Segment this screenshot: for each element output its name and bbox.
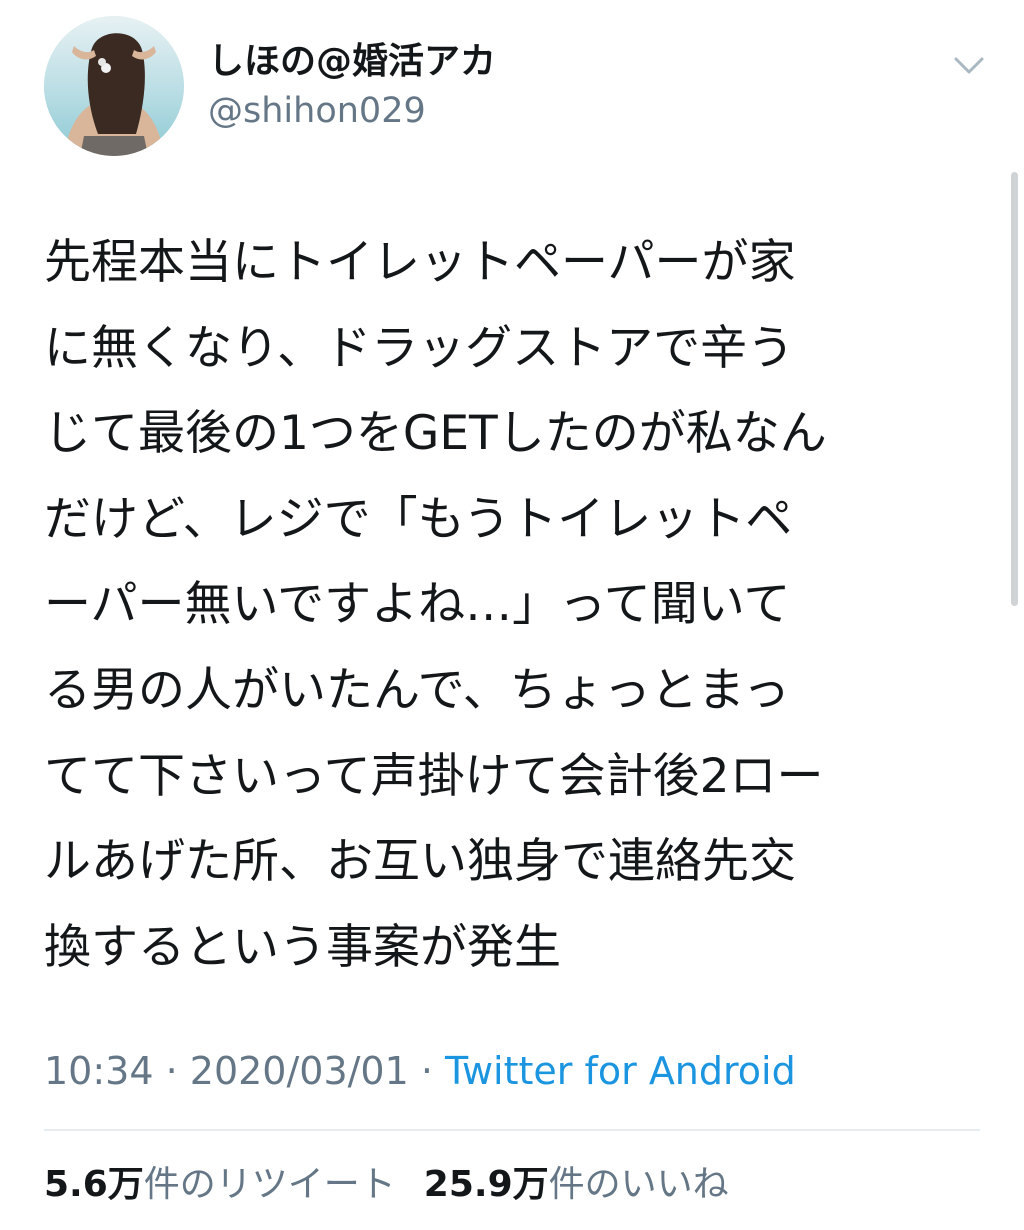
- user-handle[interactable]: @shihon029: [208, 88, 426, 134]
- tweet-time[interactable]: 10:34: [44, 1049, 154, 1093]
- tweet-text-line: 先程本当にトイレットペーパーが家: [44, 235, 796, 290]
- tweet-text-line: る男の人がいたんで、ちょっとまっ: [44, 662, 790, 718]
- tweet-text-line: だけど、レジで「もうトイレットペ: [44, 491, 793, 547]
- likes-stat[interactable]: 25.9万件のいいね: [424, 1164, 729, 1205]
- tweet-text-line: に無くなり、ドラッグストアで辛う: [44, 320, 795, 376]
- avatar[interactable]: [44, 16, 184, 156]
- tweet-text-line: 換するという事案が発生: [44, 919, 561, 975]
- retweets-label: 件のリツイート: [143, 1164, 396, 1205]
- likes-label: 件のいいね: [548, 1164, 729, 1205]
- meta-separator: ·: [153, 1049, 190, 1093]
- profile-photo-icon: [44, 16, 184, 156]
- tweet-meta: 10:34 · 2020/03/01 · Twitter for Android: [44, 1046, 796, 1096]
- chevron-down-icon: [954, 57, 984, 74]
- scrollbar[interactable]: [1011, 172, 1018, 606]
- likes-count: 25.9万: [423, 1164, 549, 1205]
- tweet-text-line: ーパー無いですよね…」って聞いて: [44, 577, 791, 633]
- divider: [44, 1129, 980, 1131]
- tweet-menu-button[interactable]: [948, 50, 990, 80]
- tweet-source-link[interactable]: Twitter for Android: [445, 1049, 796, 1093]
- display-name[interactable]: しほの@婚活アカ: [208, 38, 496, 86]
- tweet-date[interactable]: 2020/03/01: [190, 1049, 409, 1093]
- tweet-text-line: てて下さいって声掛けて会計後2ロー: [44, 748, 824, 804]
- retweets-stat[interactable]: 5.6万件のリツイート: [44, 1164, 396, 1205]
- retweets-count: 5.6万: [44, 1164, 144, 1205]
- tweet-text-line: じて最後の1つをGETしたのが私なん: [44, 406, 827, 462]
- tweet-text: 先程本当にトイレットペーパーが家 に無くなり、ドラッグストアで辛う じて最後の1…: [44, 220, 1004, 990]
- tweet-text-line: ルあげた所、お互い独身で連絡先交: [44, 834, 796, 890]
- tweet-stats: 5.6万件のリツイート 25.9万件のいいね: [44, 1160, 729, 1210]
- meta-separator: ·: [408, 1049, 446, 1093]
